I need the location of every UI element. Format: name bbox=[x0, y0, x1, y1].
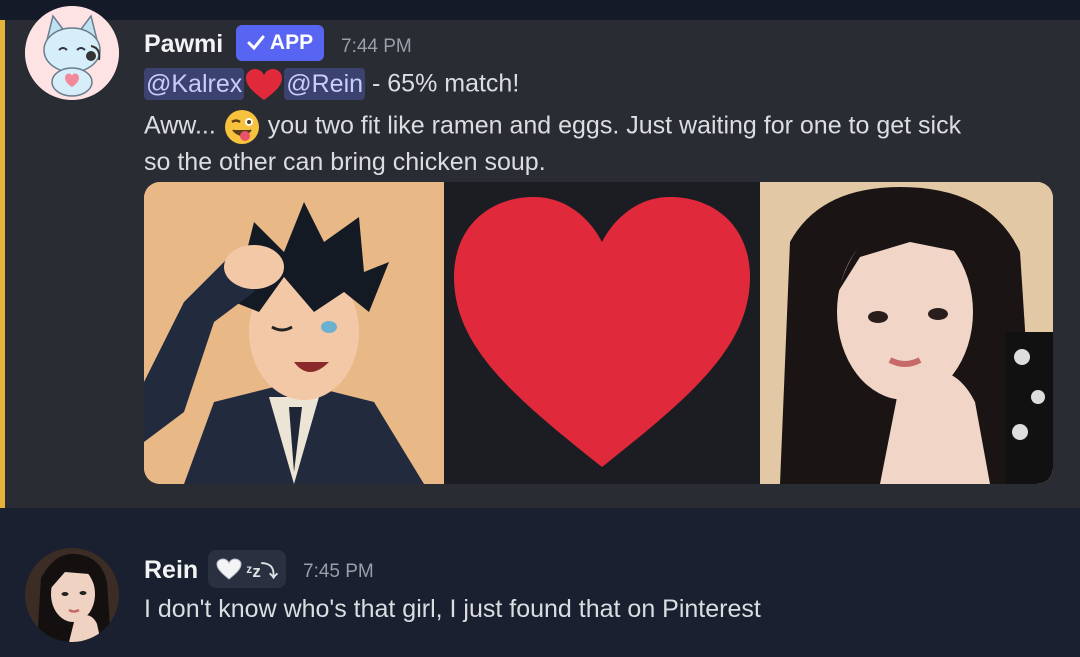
pawmi-avatar[interactable] bbox=[25, 6, 119, 100]
girl-photo bbox=[760, 182, 1053, 484]
status-badge[interactable]: ᶻz⤵ bbox=[208, 550, 286, 588]
app-badge-label: APP bbox=[269, 31, 314, 54]
big-heart-panel bbox=[444, 182, 760, 484]
author-name-rein[interactable]: Rein bbox=[144, 556, 198, 585]
message-timestamp: 7:44 PM bbox=[341, 36, 412, 57]
big-heart-icon bbox=[444, 182, 760, 484]
app-badge: APP bbox=[236, 25, 324, 61]
message-text-rein: I don't know who's that girl, I just fou… bbox=[144, 595, 761, 623]
message-timestamp-rein: 7:45 PM bbox=[303, 561, 374, 582]
mention-rein[interactable]: @Rein bbox=[284, 67, 366, 100]
message-text-c: so the other can bring chicken soup. bbox=[144, 148, 546, 176]
mention-kalrex[interactable]: @Kalrex bbox=[144, 67, 245, 100]
top-bar bbox=[0, 0, 1080, 20]
status-text: ᶻz⤵ bbox=[246, 561, 278, 581]
match-line: @Kalrex @Rein - 65% match! bbox=[144, 67, 520, 102]
anime-boy-image bbox=[144, 182, 444, 484]
white-heart-icon bbox=[216, 558, 242, 580]
image-attachment[interactable] bbox=[144, 182, 1053, 484]
cat-avatar-icon bbox=[25, 6, 119, 100]
message-text-b: you two fit like ramen and eggs. Just wa… bbox=[260, 111, 962, 140]
highlight-accent bbox=[0, 20, 5, 508]
message-line: Aww... you two fit like ramen and eggs. … bbox=[144, 108, 961, 146]
wink-emoji-icon bbox=[224, 110, 259, 144]
check-icon bbox=[247, 35, 265, 51]
rein-avatar[interactable] bbox=[25, 548, 119, 642]
heart-icon bbox=[246, 69, 283, 100]
match-text: - 65% match! bbox=[365, 69, 520, 98]
author-name[interactable]: Pawmi bbox=[144, 30, 223, 59]
message-text-a: Aww... bbox=[144, 111, 216, 140]
